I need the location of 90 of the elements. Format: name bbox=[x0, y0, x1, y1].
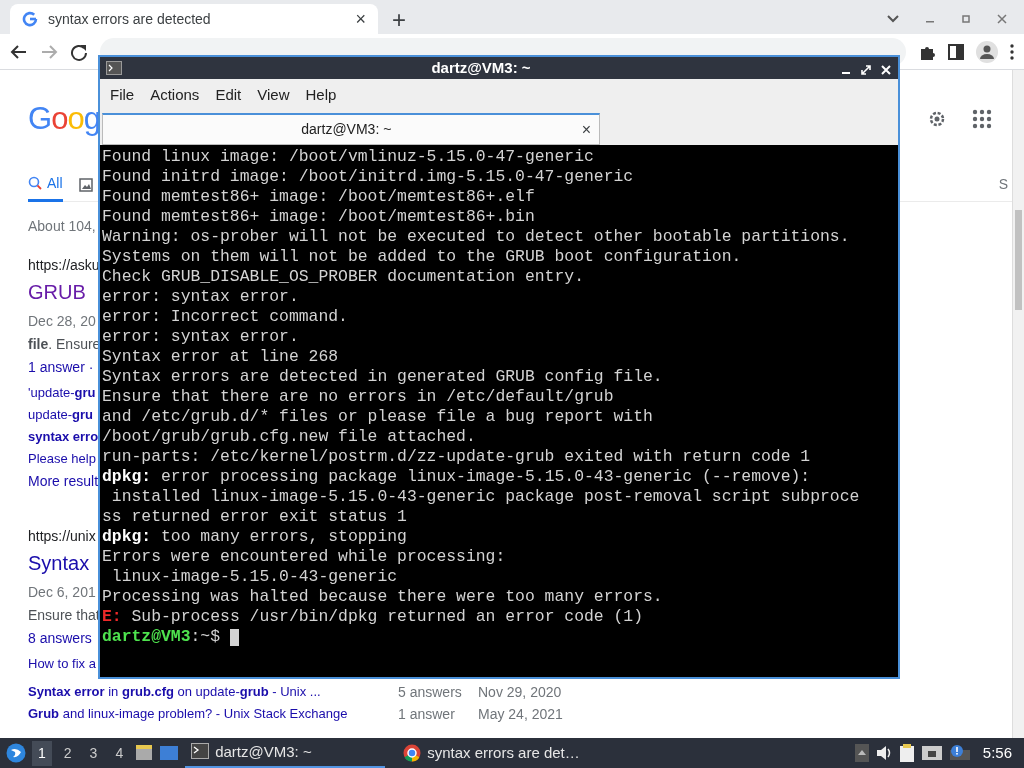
result-snippet: Ensure that bbox=[28, 607, 100, 623]
workspace-button[interactable]: 3 bbox=[83, 740, 104, 766]
terminal-tab[interactable]: dartz@VM3: ~ × bbox=[102, 113, 600, 145]
terminal-line: installed linux-image-5.15.0-43-generic package post-removal script subproce bbox=[110, 487, 860, 507]
result-url: https://asku bbox=[28, 257, 100, 273]
workspace-button[interactable]: 1 bbox=[32, 740, 52, 766]
tray-arrow-icon[interactable] bbox=[854, 744, 869, 762]
more-results-link[interactable]: More result bbox=[28, 473, 99, 489]
answers-link[interactable]: 8 answers bbox=[28, 630, 92, 646]
terminal-line: Found memtest86+ image: /boot/memtest86+.bin bbox=[102, 207, 535, 227]
terminal-line: error: syntax error. bbox=[102, 327, 299, 347]
clock: 5:56 bbox=[981, 742, 1013, 763]
terminal-line: dpkg: error processing package linux-image-5.15.0-43-generic (--remove): bbox=[102, 467, 811, 487]
result-sublink[interactable]: Syntax error in grub.cfg on update-grub - Unix ... bbox=[28, 681, 321, 703]
back-icon[interactable] bbox=[10, 42, 28, 61]
chrome-icon bbox=[403, 744, 422, 762]
search-icon bbox=[28, 176, 42, 190]
terminal-icon bbox=[106, 61, 122, 75]
answer-count: 1 answer bbox=[398, 704, 455, 724]
result-url: https://unix bbox=[28, 528, 96, 544]
terminal-line: Processing was halted because there were too many errors. bbox=[102, 587, 663, 607]
terminal-line: Syntax errors are detected in generated GRUB config file. bbox=[102, 367, 663, 387]
new-tab-button[interactable]: + bbox=[392, 8, 406, 32]
clipboard-icon[interactable] bbox=[898, 743, 915, 763]
terminal-line: dartz@VM3:~$ bbox=[102, 627, 221, 647]
side-panel-icon[interactable] bbox=[948, 43, 964, 60]
result-sublink[interactable]: syntax erro bbox=[28, 426, 99, 448]
text-cursor bbox=[230, 628, 240, 646]
taskbar-task[interactable]: syntax errors are det… bbox=[397, 738, 586, 768]
terminal-line: and /etc/grub.d/* files or please file a bug report with bbox=[102, 407, 653, 427]
result-title-link[interactable]: GRUB bbox=[28, 281, 86, 303]
result-date: May 24, 2021 bbox=[478, 704, 563, 724]
terminal-line: ss returned error exit status 1 bbox=[102, 507, 407, 527]
menu-item[interactable]: Help bbox=[297, 81, 345, 109]
apps-grid-icon[interactable] bbox=[972, 109, 992, 129]
result-sublink[interactable]: update-gru bbox=[28, 404, 94, 426]
terminal-line: run-parts: /etc/kernel/postrm.d/zz-update-grub exited with return code 1 bbox=[102, 447, 811, 467]
terminal-line: Found memtest86+ image: /boot/memtest86+.elf bbox=[102, 187, 535, 207]
result-title-link[interactable]: Syntax bbox=[28, 552, 90, 574]
terminal-line: error: syntax error. bbox=[102, 287, 299, 307]
answers-link[interactable]: 1 answer · bbox=[28, 359, 94, 375]
network-icon[interactable] bbox=[920, 744, 943, 762]
answer-count: 5 answers bbox=[398, 682, 462, 702]
results-count: About 104, bbox=[28, 218, 96, 234]
volume-icon[interactable] bbox=[874, 744, 893, 762]
tab-close-button[interactable]: × bbox=[355, 10, 366, 28]
menu-item[interactable]: Edit bbox=[207, 81, 250, 109]
terminal-line: Errors were encountered while processing: bbox=[102, 547, 506, 567]
google-icon bbox=[22, 11, 38, 27]
terminal-icon bbox=[191, 743, 210, 761]
more-menu-icon[interactable] bbox=[1010, 43, 1014, 60]
result-sublink[interactable]: 'update-gru bbox=[28, 382, 96, 404]
terminal-line: Found initrd image: /boot/initrd.img-5.15.0-47-generic bbox=[102, 167, 634, 187]
workspace-button[interactable]: 2 bbox=[57, 740, 78, 766]
start-menu-icon[interactable] bbox=[6, 743, 26, 763]
terminal-line: linux-image-5.15.0-43-generic bbox=[110, 567, 398, 587]
result-sublink[interactable]: How to fix a bbox=[28, 653, 96, 675]
notification-icon[interactable] bbox=[948, 744, 971, 762]
search-tab-label[interactable]: S bbox=[998, 174, 1012, 195]
terminal-line: E: Sub-process /usr/bin/dpkg returned an error code (1) bbox=[102, 607, 643, 627]
profile-icon[interactable] bbox=[976, 40, 998, 63]
terminal-line: Found linux image: /boot/vmlinuz-5.15.0-47-generic bbox=[102, 147, 594, 167]
menu-item[interactable]: Actions bbox=[142, 81, 208, 109]
terminal-line: Warning: os-prober will not be executed to detect other bootable partitions. bbox=[102, 227, 850, 247]
scrollbar-thumb[interactable] bbox=[1015, 210, 1022, 310]
terminal-line: Ensure that there are no errors in /etc/default/grub bbox=[102, 387, 614, 407]
terminal-line: Syntax error at line 268 bbox=[102, 347, 339, 367]
tab-close-button[interactable]: × bbox=[581, 121, 591, 138]
terminal-line: /boot/grub/grub.cfg.new file attached. bbox=[102, 427, 476, 447]
taskbar-task[interactable]: dartz@VM3: ~ bbox=[185, 738, 386, 768]
terminal-line: Systems on them will not be added to the GRUB boot configuration. bbox=[102, 247, 742, 267]
result-sublink[interactable]: Grub and linux-image problem? - Unix Stack Exchange bbox=[28, 703, 348, 725]
window-title: dartz@VM3: ~ bbox=[430, 57, 532, 78]
menu-item[interactable]: View bbox=[249, 81, 298, 109]
result-date: Dec 28, 20 bbox=[28, 313, 96, 329]
result-sublink[interactable]: Please help bbox=[28, 448, 96, 470]
terminal-line: Check GRUB_DISABLE_OS_PROBER documentation entry. bbox=[102, 267, 584, 287]
folder-icon[interactable] bbox=[135, 744, 154, 762]
workspace-button[interactable]: 4 bbox=[109, 740, 130, 766]
result-snippet: file. Ensure bbox=[28, 336, 101, 352]
result-date: Dec 6, 201 bbox=[28, 584, 96, 600]
reload-icon[interactable] bbox=[70, 42, 88, 61]
result-date: Nov 29, 2020 bbox=[478, 682, 562, 702]
desktop-icon[interactable] bbox=[159, 744, 180, 762]
search-tab[interactable]: All bbox=[28, 167, 63, 202]
menu-item[interactable]: File bbox=[102, 81, 143, 109]
terminal-line: error: Incorrect command. bbox=[102, 307, 348, 327]
terminal-line: dpkg: too many errors, stopping bbox=[102, 527, 407, 547]
browser-tab[interactable]: syntax errors are detected × bbox=[10, 4, 378, 34]
image-icon[interactable] bbox=[78, 177, 93, 192]
